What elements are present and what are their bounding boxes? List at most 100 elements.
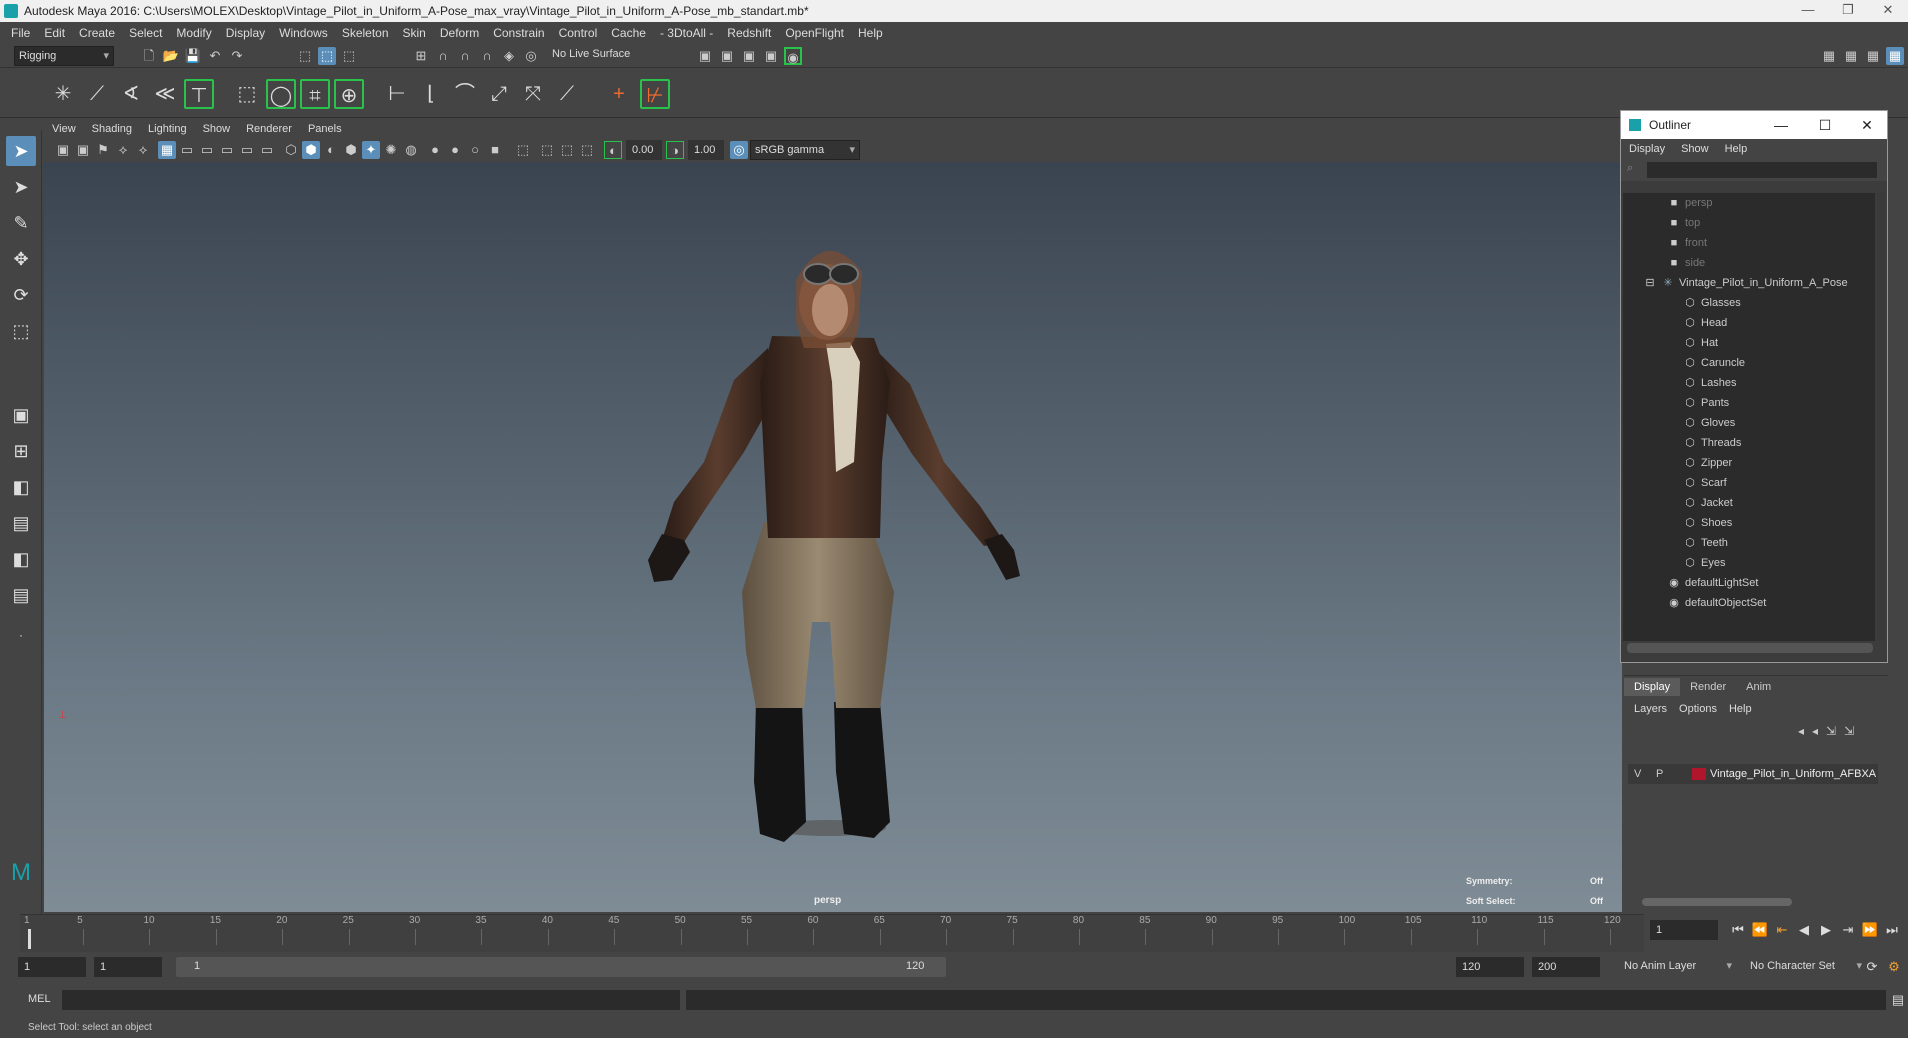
paint-select-icon[interactable]: ✎ [6, 208, 36, 238]
outliner-item-hat[interactable]: ⬡ Hat [1683, 333, 1718, 353]
outliner-hscrollbar[interactable] [1627, 643, 1873, 653]
ao-icon[interactable]: ◍ [402, 141, 420, 159]
outliner-item-threads[interactable]: ⬡ Threads [1683, 433, 1741, 453]
outliner-item-defaultlightset[interactable]: ◉ defaultLightSet [1667, 573, 1758, 593]
tab-anim[interactable]: Anim [1736, 678, 1781, 696]
layer-color-swatch[interactable] [1692, 768, 1706, 780]
outliner-titlebar[interactable]: Outliner — ☐ ✕ [1621, 111, 1887, 139]
mirror-joint-icon[interactable]: ⊤ [184, 79, 214, 109]
layer-action-icons[interactable]: ◂◂⇲⇲ [1798, 724, 1862, 738]
outliner-menu-show[interactable]: Show [1673, 143, 1717, 155]
character-model[interactable] [44, 162, 1622, 912]
layer-visibility-toggle[interactable]: V [1634, 764, 1641, 784]
menu-openflight[interactable]: OpenFlight [778, 26, 851, 40]
outliner-item-pants[interactable]: ⬡ Pants [1683, 393, 1729, 413]
image-plane-icon[interactable]: ⟡ [114, 141, 132, 159]
save-scene-icon[interactable]: 💾 [184, 47, 202, 65]
scale-tool-icon[interactable]: ⬚ [6, 316, 36, 346]
menu-redshift[interactable]: Redshift [720, 26, 778, 40]
panel-menu-shading[interactable]: Shading [84, 123, 140, 135]
outliner-item-zipper[interactable]: ⬡ Zipper [1683, 453, 1732, 473]
outliner-item-jacket[interactable]: ⬡ Jacket [1683, 493, 1733, 513]
dof-icon[interactable]: ○ [466, 141, 484, 159]
outliner-item-top[interactable]: ■ top [1667, 213, 1701, 233]
color-management-icon[interactable]: ◎ [730, 141, 748, 159]
hik-icon[interactable]: ⊬ [640, 79, 670, 109]
field-chart-icon[interactable]: ▭ [238, 141, 256, 159]
menu-select[interactable]: Select [122, 26, 169, 40]
smooth-shade-icon[interactable]: ⬢ [302, 141, 320, 159]
backface-icon[interactable]: ⬚ [558, 141, 576, 159]
pole-vector-icon[interactable]: ⟋ [552, 79, 582, 109]
grid-icon[interactable]: ▦ [158, 141, 176, 159]
layout-two-icon[interactable]: ▦ [1842, 47, 1860, 65]
outliner-item-teeth[interactable]: ⬡ Teeth [1683, 533, 1728, 553]
locator-icon[interactable]: + [604, 79, 634, 109]
2d-pan-icon[interactable]: ⟡ [134, 141, 152, 159]
character-set-dropdown[interactable]: No Character Set [1746, 957, 1866, 977]
aa-icon[interactable]: ● [446, 141, 464, 159]
render-icon[interactable]: ▣ [718, 47, 736, 65]
end-time-field[interactable]: 200 [1532, 957, 1600, 977]
current-frame-field[interactable]: 1 [1650, 920, 1718, 940]
menu-help[interactable]: Help [851, 26, 890, 40]
outliner-menu-display[interactable]: Display [1621, 143, 1673, 155]
menu-control[interactable]: Control [552, 26, 605, 40]
hypershade-icon[interactable]: ◉ [784, 47, 802, 65]
menu-windows[interactable]: Windows [272, 26, 335, 40]
wire-on-shaded-icon[interactable]: ◐ [322, 141, 340, 159]
lattice-icon[interactable]: ⌗ [300, 79, 330, 109]
playback-start-field[interactable]: 1 [94, 957, 162, 977]
outliner-item-side[interactable]: ■ side [1667, 253, 1706, 273]
command-language-label[interactable]: MEL [28, 993, 51, 1005]
layer-playback-toggle[interactable]: P [1656, 764, 1663, 784]
layout-active-icon[interactable]: ▦ [1886, 47, 1904, 65]
outliner-item-caruncle[interactable]: ⬡ Caruncle [1683, 353, 1745, 373]
four-view-icon[interactable]: ⊞ [6, 436, 36, 466]
minimize-button[interactable]: — [1788, 0, 1828, 22]
goto-end-icon[interactable]: ⏭ [1882, 920, 1902, 940]
preferences-icon[interactable]: ⚙ [1884, 957, 1904, 977]
snap-grid-icon[interactable]: ⊞ [412, 47, 430, 65]
hud-icon[interactable]: ⬚ [578, 141, 596, 159]
select-component-icon[interactable]: ⬚ [340, 47, 358, 65]
time-slider[interactable]: 1 5 10 15 20 25 30 35 40 45 50 55 60 65 70 75 80 85 90 95 10… [20, 914, 1644, 952]
outliner-item-eyes[interactable]: ⬡ Eyes [1683, 553, 1725, 573]
redo-icon[interactable]: ↷ [228, 47, 246, 65]
persp-graph-icon[interactable]: ▤ [6, 508, 36, 538]
outliner-close-button[interactable]: ✕ [1847, 111, 1887, 139]
menu-file[interactable]: File [4, 26, 37, 40]
select-tool-icon[interactable]: ➤ [6, 136, 36, 166]
outliner-vscrollbar[interactable] [1877, 193, 1885, 641]
film-gate-icon[interactable]: ▭ [178, 141, 196, 159]
tab-display[interactable]: Display [1624, 678, 1681, 696]
render-frame-icon[interactable]: ▣ [696, 47, 714, 65]
outliner-item-persp[interactable]: ■ persp [1667, 193, 1713, 213]
layer-menu-options[interactable]: Options [1673, 703, 1723, 715]
ik-spline-icon[interactable]: ∢ [116, 79, 146, 109]
isolate-icon[interactable]: ■ [486, 141, 504, 159]
new-scene-icon[interactable]: 🗋 [140, 47, 158, 65]
close-button[interactable]: ✕ [1868, 0, 1908, 22]
live-surface-field[interactable]: No Live Surface [552, 48, 630, 60]
snap-center-icon[interactable]: ◎ [522, 47, 540, 65]
menu-cache[interactable]: Cache [604, 26, 653, 40]
panel-menu-show[interactable]: Show [195, 123, 239, 135]
bookmark-icon[interactable]: ⚑ [94, 141, 112, 159]
panel-menu-lighting[interactable]: Lighting [140, 123, 195, 135]
color-space-dropdown[interactable]: sRGB gamma [750, 140, 860, 160]
gate-mask-icon[interactable]: ▭ [218, 141, 236, 159]
exposure-icon[interactable]: ◐ [604, 141, 622, 159]
panel-menu-panels[interactable]: Panels [300, 123, 350, 135]
current-time-marker[interactable] [28, 929, 31, 949]
joint-tool-icon[interactable]: ✳ [48, 79, 78, 109]
outliner-item-group[interactable]: ⊟ ✳ Vintage_Pilot_in_Uniform_A_Pose [1643, 273, 1847, 293]
lasso-tool-icon[interactable]: ➤ [6, 172, 36, 202]
layer-menu-layers[interactable]: Layers [1628, 703, 1673, 715]
menu-deform[interactable]: Deform [433, 26, 486, 40]
step-forward-frame-icon[interactable]: ⇥ [1838, 920, 1858, 940]
single-view-icon[interactable]: ▣ [6, 400, 36, 430]
maya-home-icon[interactable]: M [6, 858, 36, 888]
range-slider-bar[interactable]: 1 120 [176, 957, 946, 977]
command-input[interactable] [62, 990, 680, 1010]
